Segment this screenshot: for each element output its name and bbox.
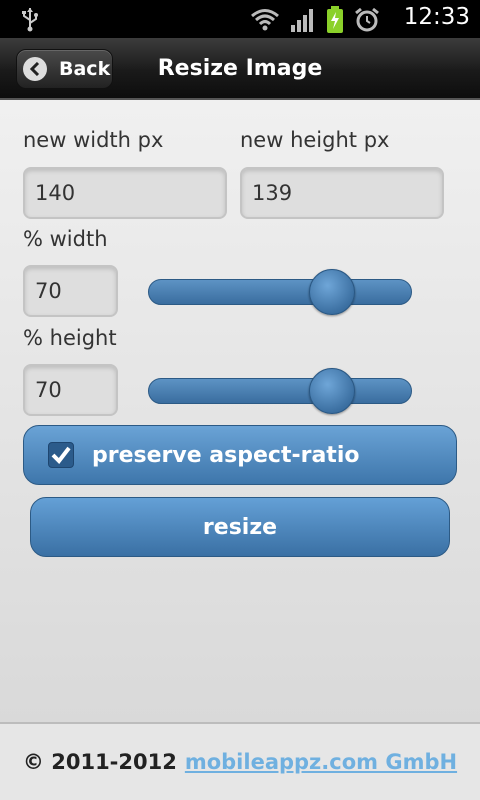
preserve-aspect-ratio-label: preserve aspect-ratio bbox=[92, 442, 360, 468]
pct-width-label: % width bbox=[23, 227, 108, 251]
pct-height-slider-thumb[interactable] bbox=[309, 368, 356, 414]
footer: © 2011-2012 mobileappz.com GmbH bbox=[0, 722, 480, 800]
page-title: Resize Image bbox=[157, 56, 323, 81]
width-input[interactable]: 140 bbox=[23, 167, 227, 219]
usb-icon bbox=[22, 8, 38, 32]
pct-height-input[interactable]: 70 bbox=[23, 364, 118, 416]
status-bar: 12:33 bbox=[0, 0, 480, 38]
title-bar: Back Resize Image bbox=[0, 38, 480, 100]
pct-height-label: % height bbox=[23, 326, 117, 350]
resize-button-label: resize bbox=[202, 514, 278, 540]
checkbox-checked-icon[interactable] bbox=[48, 442, 74, 468]
height-input[interactable]: 139 bbox=[240, 167, 444, 219]
preserve-aspect-ratio-toggle[interactable]: preserve aspect-ratio bbox=[23, 425, 457, 485]
width-label: new width px bbox=[23, 128, 164, 152]
signal-icon bbox=[291, 9, 313, 32]
pct-height-slider[interactable] bbox=[148, 368, 412, 414]
resize-button[interactable]: resize bbox=[30, 497, 450, 557]
copyright-text: © 2011-2012 bbox=[22, 750, 177, 774]
company-link[interactable]: mobileappz.com GmbH bbox=[185, 750, 457, 774]
pct-width-input[interactable]: 70 bbox=[23, 265, 118, 317]
height-label: new height px bbox=[240, 128, 390, 152]
wifi-icon bbox=[251, 9, 279, 31]
battery-charging-icon bbox=[327, 6, 343, 33]
pct-width-slider-thumb[interactable] bbox=[309, 269, 356, 315]
status-time: 12:33 bbox=[403, 4, 470, 30]
resize-form: new width px new height px 140 139 % wid… bbox=[0, 100, 480, 722]
pct-width-slider[interactable] bbox=[148, 269, 412, 315]
alarm-clock-icon bbox=[355, 7, 379, 32]
